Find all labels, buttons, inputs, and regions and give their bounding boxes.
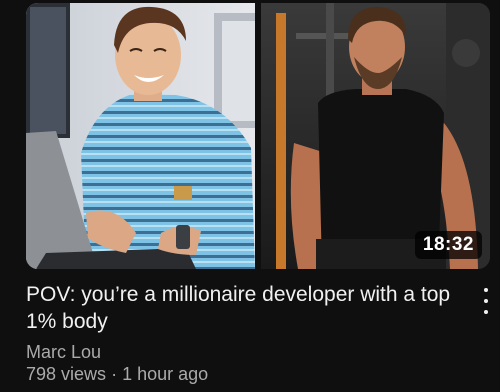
- video-title[interactable]: POV: you’re a millionaire developer with…: [26, 281, 466, 335]
- upload-age: 1 hour ago: [122, 364, 209, 384]
- right-photo: [261, 3, 490, 269]
- video-card: 18:32 POV: you’re a millionaire develope…: [0, 0, 500, 392]
- duration-badge: 18:32: [414, 231, 482, 259]
- view-count: 798 views: [26, 364, 107, 384]
- menu-dot: [484, 299, 488, 303]
- meta-separator: ·: [111, 364, 118, 384]
- menu-dot: [484, 288, 488, 292]
- more-vert-icon[interactable]: [478, 288, 494, 314]
- video-thumbnail[interactable]: 18:32: [26, 3, 490, 269]
- video-meta: 798 views · 1 hour ago: [26, 364, 208, 385]
- left-photo: [26, 3, 255, 269]
- menu-dot: [484, 310, 488, 314]
- thumbnail-image: [26, 3, 490, 269]
- channel-name[interactable]: Marc Lou: [26, 342, 101, 363]
